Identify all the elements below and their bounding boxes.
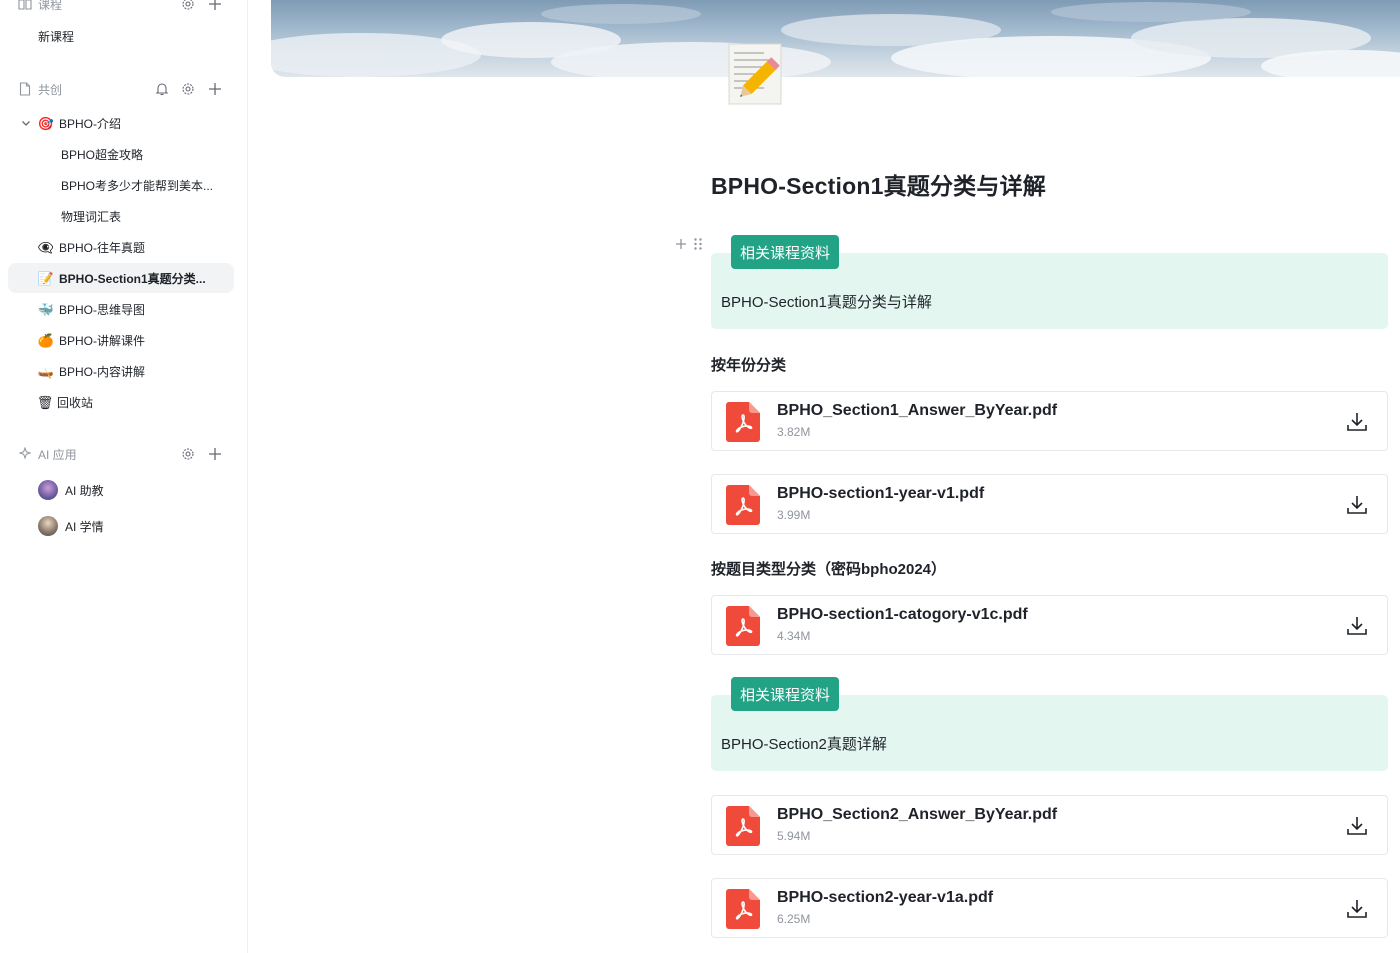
pdf-file-icon — [726, 889, 760, 929]
sparkle-icon — [18, 447, 32, 461]
gear-icon[interactable] — [180, 446, 196, 462]
sidebar-item-bpho-score[interactable]: BPHO考多少才能帮到美本... — [8, 170, 234, 200]
sidebar-item-past-papers[interactable]: 👁‍🗨 BPHO-往年真题 — [8, 232, 234, 262]
trash-icon: 🗑 — [36, 394, 54, 410]
plus-icon[interactable] — [675, 238, 687, 250]
memo-icon: 📝 — [37, 270, 55, 286]
sidebar-item-ai-learning[interactable]: AI 学情 — [8, 511, 234, 541]
callout-link[interactable]: BPHO-Section1真题分类与详解 — [721, 291, 932, 312]
document-icon — [18, 82, 32, 96]
sidebar-item-ai-assistant[interactable]: AI 助教 — [8, 475, 234, 505]
sidebar-item-label: 回收站 — [57, 395, 94, 410]
file-name[interactable]: BPHO_Section1_Answer_ByYear.pdf — [777, 402, 1057, 420]
pdf-file-icon — [726, 806, 760, 846]
section-header-courses: 课程 — [0, 0, 248, 16]
sidebar: 课程 新课程 共创 🎯 BPHO-介绍 BPHO超金攻略 BPHO考多少才能帮到… — [0, 0, 248, 953]
plus-icon[interactable] — [207, 0, 223, 12]
section-header-cocreate: 共创 — [0, 77, 248, 101]
sidebar-item-recycle-bin[interactable]: 🗑 回收站 — [8, 387, 234, 417]
gear-icon[interactable] — [180, 81, 196, 97]
page-memo-icon[interactable] — [728, 43, 782, 105]
avatar — [38, 516, 58, 536]
file-card[interactable]: BPHO-section1-year-v1.pdf 3.99M — [711, 474, 1388, 534]
plus-icon[interactable] — [207, 446, 223, 462]
avatar — [38, 480, 58, 500]
sidebar-item-label: BPHO考多少才能帮到美本... — [61, 178, 214, 193]
download-icon[interactable] — [1345, 897, 1369, 921]
section-header-ai-apps: AI 应用 — [0, 442, 248, 466]
target-icon: 🎯 — [37, 115, 55, 131]
sidebar-item-physics-glossary[interactable]: 物理词汇表 — [8, 201, 234, 231]
file-card[interactable]: BPHO_Section2_Answer_ByYear.pdf 5.94M — [711, 795, 1388, 855]
callout-link[interactable]: BPHO-Section2真题详解 — [721, 733, 887, 754]
section-heading: 按年份分类 — [711, 357, 787, 374]
file-size: 5.94M — [777, 829, 811, 843]
pdf-file-icon — [726, 402, 760, 442]
pdf-file-icon — [726, 485, 760, 525]
drag-handle-icon[interactable] — [693, 237, 703, 251]
sidebar-item-label: BPHO-思维导图 — [59, 302, 146, 317]
sidebar-item-bpho-intro[interactable]: 🎯 BPHO-介绍 — [8, 108, 234, 138]
bell-icon[interactable] — [154, 81, 170, 97]
download-icon[interactable] — [1345, 614, 1369, 638]
file-name[interactable]: BPHO-section2-year-v1a.pdf — [777, 889, 993, 907]
sidebar-item-label: 物理词汇表 — [61, 209, 122, 224]
file-name[interactable]: BPHO-section1-year-v1.pdf — [777, 485, 984, 503]
pdf-file-icon — [726, 606, 760, 646]
sidebar-item-label: AI 助教 — [65, 483, 104, 498]
file-size: 3.82M — [777, 425, 811, 439]
sidebar-item-label: 新课程 — [38, 29, 75, 44]
sidebar-item-label: BPHO-内容讲解 — [59, 364, 146, 379]
section-heading: 按题目类型分类（密码bpho2024） — [711, 561, 947, 578]
file-size: 6.25M — [777, 912, 811, 926]
callout-tag[interactable]: 相关课程资料 — [731, 677, 840, 711]
file-size: 4.34M — [777, 629, 811, 643]
sidebar-item-new-course[interactable]: 新课程 — [8, 21, 234, 51]
download-icon[interactable] — [1345, 410, 1369, 434]
sidebar-item-bpho-gold-guide[interactable]: BPHO超金攻略 — [8, 139, 234, 169]
gear-icon[interactable] — [180, 0, 196, 12]
sidebar-item-label: BPHO-介绍 — [59, 116, 122, 131]
file-size: 3.99M — [777, 508, 811, 522]
file-card[interactable]: BPHO-section2-year-v1a.pdf 6.25M — [711, 878, 1388, 938]
page-cover-image[interactable] — [271, 0, 1400, 77]
callout-tag[interactable]: 相关课程资料 — [731, 235, 840, 269]
canoe-icon: 🛶 — [37, 363, 55, 379]
file-name[interactable]: BPHO_Section2_Answer_ByYear.pdf — [777, 806, 1057, 824]
page-title: BPHO-Section1真题分类与详解 — [711, 173, 1046, 199]
block-handle[interactable] — [675, 237, 703, 251]
download-icon[interactable] — [1345, 814, 1369, 838]
orange-icon: 🍊 — [37, 332, 55, 348]
sidebar-item-label: BPHO超金攻略 — [61, 147, 144, 162]
section-label-cocreate: 共创 — [38, 82, 63, 97]
whale-icon: 🐳 — [37, 301, 55, 317]
sidebar-item-section1[interactable]: 📝 BPHO-Section1真题分类... — [8, 263, 234, 293]
chevron-down-icon[interactable] — [20, 117, 32, 129]
sidebar-item-mind-map[interactable]: 🐳 BPHO-思维导图 — [8, 294, 234, 324]
file-name[interactable]: BPHO-section1-catogory-v1c.pdf — [777, 606, 1028, 624]
sidebar-item-label: BPHO-讲解课件 — [59, 333, 146, 348]
sidebar-item-label: BPHO-往年真题 — [59, 240, 146, 255]
eye-icon: 👁‍🗨 — [37, 239, 55, 255]
file-card[interactable]: BPHO-section1-catogory-v1c.pdf 4.34M — [711, 595, 1388, 655]
section-label-courses: 课程 — [38, 0, 63, 12]
plus-icon[interactable] — [207, 81, 223, 97]
sidebar-item-label: BPHO-Section1真题分类... — [59, 271, 206, 286]
sidebar-item-lecture-slides[interactable]: 🍊 BPHO-讲解课件 — [8, 325, 234, 355]
section-label-ai-apps: AI 应用 — [38, 447, 77, 462]
sidebar-item-content-explained[interactable]: 🛶 BPHO-内容讲解 — [8, 356, 234, 386]
file-card[interactable]: BPHO_Section1_Answer_ByYear.pdf 3.82M — [711, 391, 1388, 451]
book-icon — [18, 0, 32, 11]
download-icon[interactable] — [1345, 493, 1369, 517]
sidebar-item-label: AI 学情 — [65, 519, 104, 534]
